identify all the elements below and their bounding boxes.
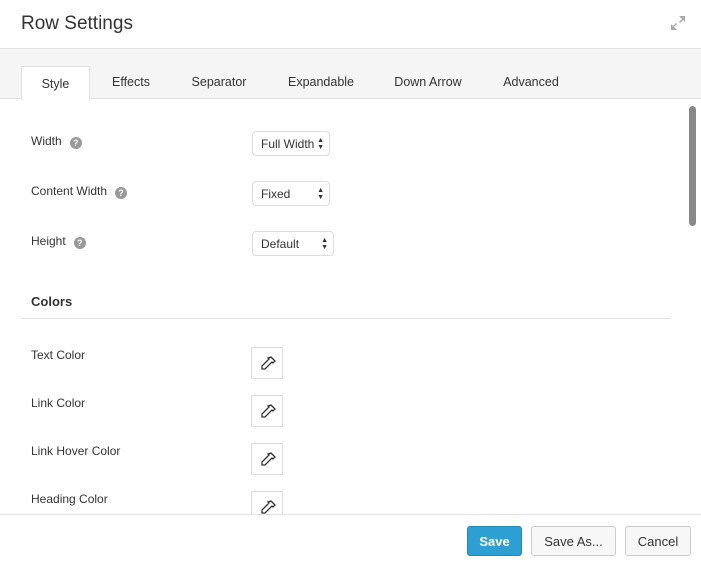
link-hover-color-picker[interactable] [251, 443, 283, 475]
scrollbar[interactable] [689, 106, 696, 226]
modal-title: Row Settings [21, 13, 133, 34]
eyedropper-icon [261, 500, 276, 514]
select-arrows-icon: ▲ ▼ [321, 237, 328, 251]
width-select[interactable]: Full Width ▲ ▼ [252, 131, 330, 156]
content-width-value: Fixed [261, 187, 291, 201]
text-color-picker[interactable] [251, 347, 283, 379]
modal-header: Row Settings [0, 0, 701, 49]
link-color-label: Link Color [31, 396, 86, 410]
tab-bar: Style Effects Separator Expandable Down … [0, 49, 701, 100]
content-width-select[interactable]: Fixed ▲ ▼ [252, 181, 330, 206]
eyedropper-icon [261, 404, 276, 418]
divider [21, 318, 671, 319]
help-icon[interactable]: ? [69, 137, 82, 149]
eyedropper-icon [261, 452, 276, 466]
tab-separator[interactable]: Separator [180, 66, 258, 99]
expand-icon[interactable] [669, 14, 687, 32]
height-label: Height [31, 234, 66, 248]
tab-effects[interactable]: Effects [101, 66, 161, 99]
select-arrows-icon: ▲ ▼ [317, 187, 324, 201]
cancel-button[interactable]: Cancel [625, 526, 691, 556]
tab-expandable[interactable]: Expandable [278, 66, 364, 99]
content-width-label: Content Width [31, 184, 108, 198]
height-select[interactable]: Default ▲ ▼ [252, 231, 334, 256]
tab-style[interactable]: Style [21, 66, 90, 100]
content-width-label-row: Content Width? [31, 184, 128, 199]
text-color-label: Text Color [31, 348, 86, 362]
save-button[interactable]: Save [467, 526, 522, 556]
settings-panel: Width? Full Width ▲ ▼ Content Width? Fixed… [0, 100, 701, 514]
link-color-picker[interactable] [251, 395, 283, 427]
width-value: Full Width [261, 137, 315, 151]
help-icon[interactable]: ? [115, 187, 128, 199]
save-as-button[interactable]: Save As... [531, 526, 616, 556]
help-icon[interactable]: ? [73, 237, 86, 249]
modal-footer: Save Save As... Cancel [0, 514, 701, 566]
select-arrows-icon: ▲ ▼ [317, 137, 324, 151]
width-label: Width [31, 134, 62, 148]
link-hover-color-label: Link Hover Color [31, 444, 121, 458]
width-label-row: Width? [31, 134, 82, 149]
height-value: Default [261, 237, 300, 251]
eyedropper-icon [261, 356, 276, 370]
height-label-row: Height? [31, 234, 86, 249]
tab-advanced[interactable]: Advanced [492, 66, 570, 99]
heading-color-picker[interactable] [251, 491, 283, 514]
heading-color-label: Heading Color [31, 492, 108, 506]
colors-heading: Colors [31, 294, 73, 309]
tab-down-arrow[interactable]: Down Arrow [384, 66, 472, 99]
